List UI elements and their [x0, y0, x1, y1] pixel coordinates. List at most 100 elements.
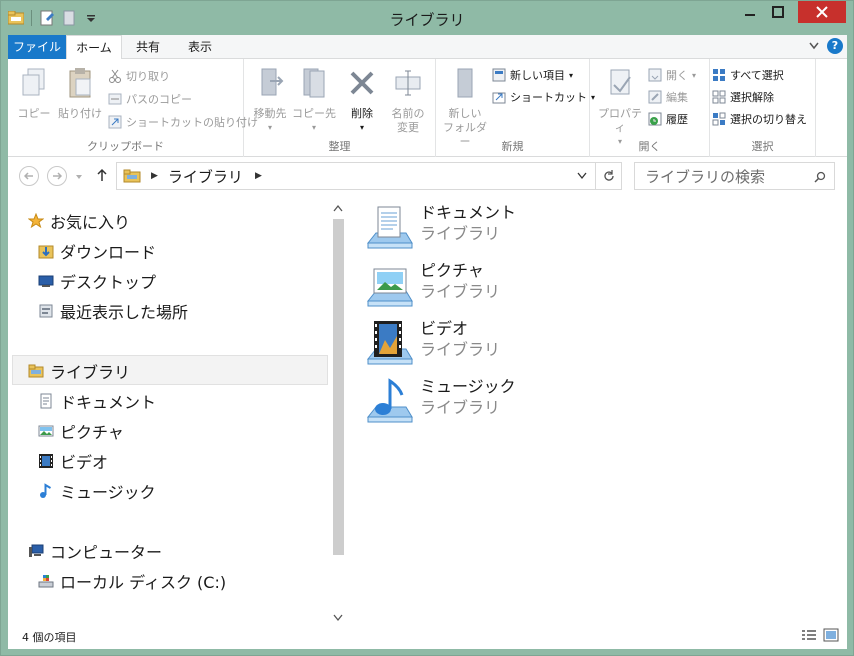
close-button[interactable]: [798, 1, 846, 23]
group-open: プロパティ ▾ 開く ▾ 編集 履歴 開く: [590, 59, 710, 157]
file-list-pane: ドキュメント ライブラリ ピクチャ ライブラリ ビデオ ライブラリ ミュージック…: [348, 197, 847, 623]
new-folder-icon: [457, 68, 473, 98]
library-item-documents[interactable]: ドキュメント ライブラリ: [366, 203, 516, 261]
library-item-videos[interactable]: ビデオ ライブラリ: [366, 319, 500, 377]
search-input[interactable]: ライブラリの検索: [634, 162, 835, 190]
picture-icon: [38, 425, 54, 437]
history-button[interactable]: 履歴: [648, 109, 688, 129]
back-button[interactable]: [19, 166, 39, 186]
select-none-icon: [712, 90, 726, 104]
documents-library-icon: [366, 206, 413, 249]
group-label-clipboard: クリップボード: [87, 140, 164, 153]
status-bar: 4 個の項目: [8, 623, 847, 649]
select-none-button[interactable]: 選択解除: [712, 87, 774, 107]
edit-icon: [648, 90, 662, 104]
nav-item-videos[interactable]: ビデオ: [38, 447, 108, 475]
forward-arrow-icon: [53, 172, 62, 180]
hard-drive-icon: [38, 575, 54, 588]
tab-view[interactable]: 表示: [178, 35, 222, 59]
music-library-icon: [366, 378, 413, 423]
group-label-open: 開く: [638, 140, 661, 153]
copy-button[interactable]: コピー: [14, 67, 54, 121]
history-icon: [648, 112, 662, 126]
library-item-pictures[interactable]: ピクチャ ライブラリ: [366, 261, 500, 319]
properties-icon[interactable]: [38, 9, 56, 27]
refresh-button[interactable]: [595, 163, 621, 189]
nav-item-documents[interactable]: ドキュメント: [38, 387, 156, 415]
tab-file[interactable]: ファイル: [8, 35, 66, 59]
breadcrumb-chevron-icon[interactable]: ▶: [255, 171, 262, 181]
cut-button[interactable]: 切り取り: [108, 66, 170, 86]
recent-locations-dropdown[interactable]: [75, 170, 83, 184]
nav-item-recent-places[interactable]: 最近表示した場所: [38, 297, 188, 325]
nav-item-libraries[interactable]: ライブラリ: [28, 357, 130, 385]
nav-item-favorites[interactable]: お気に入り: [28, 207, 130, 235]
rename-button[interactable]: 名前の 変更: [386, 67, 430, 135]
move-to-button[interactable]: 移動先 ▾: [250, 67, 290, 135]
library-type: ライブラリ: [420, 398, 501, 417]
details-view-icon[interactable]: [801, 628, 817, 645]
expand-ribbon-icon[interactable]: [809, 42, 819, 50]
ribbon-tabs: ファイル ホーム 共有 表示 ?: [8, 35, 847, 60]
group-new: 新しい フォルダー 新しい項目 ▾ ショートカット ▾ 新規: [436, 59, 595, 157]
new-folder-icon[interactable]: [60, 9, 78, 27]
large-icons-view-icon[interactable]: [823, 628, 839, 645]
rename-icon: [395, 70, 421, 96]
refresh-icon: [603, 170, 614, 181]
scrollbar-thumb[interactable]: [333, 219, 344, 555]
copy-path-button[interactable]: パスのコピー: [108, 89, 192, 109]
new-folder-button[interactable]: 新しい フォルダー: [440, 67, 490, 149]
properties-button[interactable]: プロパティ ▾: [594, 67, 646, 149]
nav-item-local-disk[interactable]: ローカル ディスク (C:): [38, 567, 226, 595]
search-placeholder: ライブラリの検索: [645, 167, 766, 186]
delete-button[interactable]: 削除 ▾: [344, 67, 380, 135]
help-icon[interactable]: ?: [827, 38, 843, 54]
qat-dropdown-icon[interactable]: [82, 9, 100, 27]
tab-share[interactable]: 共有: [126, 35, 170, 59]
copy-to-button[interactable]: コピー先 ▾: [292, 67, 336, 135]
edit-button[interactable]: 編集: [648, 87, 688, 107]
minimize-button[interactable]: [735, 1, 765, 23]
scroll-up-icon[interactable]: [333, 201, 343, 215]
nav-item-pictures[interactable]: ピクチャ: [38, 417, 124, 445]
tab-home[interactable]: ホーム: [66, 35, 122, 60]
folder-icon[interactable]: [7, 9, 25, 27]
copy-to-icon: [303, 68, 325, 98]
recent-places-icon: [39, 304, 53, 318]
invert-selection-button[interactable]: 選択の切り替え: [712, 109, 807, 129]
nav-scrollbar[interactable]: [330, 197, 346, 623]
forward-button[interactable]: [47, 166, 67, 186]
library-item-music[interactable]: ミュージック ライブラリ: [366, 377, 516, 435]
nav-item-computer[interactable]: コンピューター: [28, 537, 162, 565]
copy-icon: [22, 68, 45, 96]
address-box[interactable]: ▶ ライブラリ ▶: [116, 162, 622, 190]
delete-icon: [350, 71, 374, 95]
download-folder-icon: [38, 245, 54, 259]
group-label-new: 新規: [501, 140, 524, 153]
computer-icon: [29, 544, 44, 557]
select-all-button[interactable]: すべて選択: [712, 65, 784, 85]
window-title: ライブラリ: [389, 11, 465, 29]
paste-button[interactable]: 貼り付け: [56, 67, 104, 121]
properties-icon: [610, 69, 631, 95]
open-button[interactable]: 開く ▾: [648, 65, 696, 85]
breadcrumb-libraries[interactable]: ライブラリ: [168, 166, 243, 187]
group-label-select: 選択: [751, 140, 774, 153]
paste-shortcut-button[interactable]: ショートカットの貼り付け: [108, 112, 258, 132]
document-icon: [40, 393, 52, 409]
item-count: 4 個の項目: [22, 631, 77, 644]
library-name: ビデオ: [420, 319, 469, 338]
new-item-button[interactable]: 新しい項目 ▾: [492, 65, 573, 85]
up-button[interactable]: [96, 168, 108, 185]
library-type: ライブラリ: [420, 340, 501, 359]
new-shortcut-button[interactable]: ショートカット ▾: [492, 87, 595, 107]
nav-item-desktop[interactable]: デスクトップ: [38, 267, 156, 295]
shortcut-icon: [492, 92, 506, 104]
nav-item-downloads[interactable]: ダウンロード: [38, 237, 156, 265]
search-icon[interactable]: [814, 171, 826, 183]
maximize-button[interactable]: [763, 1, 793, 23]
qat-separator: [31, 10, 32, 26]
nav-item-music[interactable]: ミュージック: [38, 477, 156, 505]
breadcrumb-separator-icon: ▶: [151, 171, 158, 181]
address-dropdown-icon[interactable]: [577, 169, 587, 183]
